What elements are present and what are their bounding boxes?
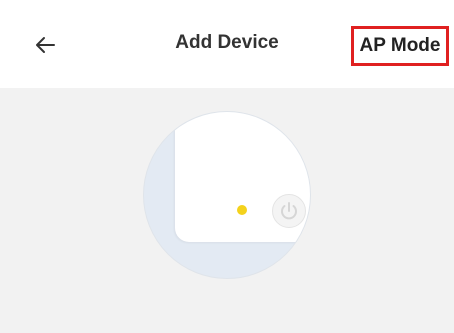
- device-illustration: [143, 111, 311, 279]
- arrow-left-icon: [36, 37, 55, 53]
- device-card: [175, 112, 310, 242]
- back-button[interactable]: [28, 28, 62, 62]
- power-icon: [281, 202, 297, 220]
- main-content: [0, 88, 454, 333]
- ap-mode-button[interactable]: AP Mode: [351, 26, 449, 66]
- header-bar: Add Device AP Mode: [0, 0, 454, 88]
- indicator-light: [237, 205, 247, 215]
- power-button-graphic: [272, 194, 306, 228]
